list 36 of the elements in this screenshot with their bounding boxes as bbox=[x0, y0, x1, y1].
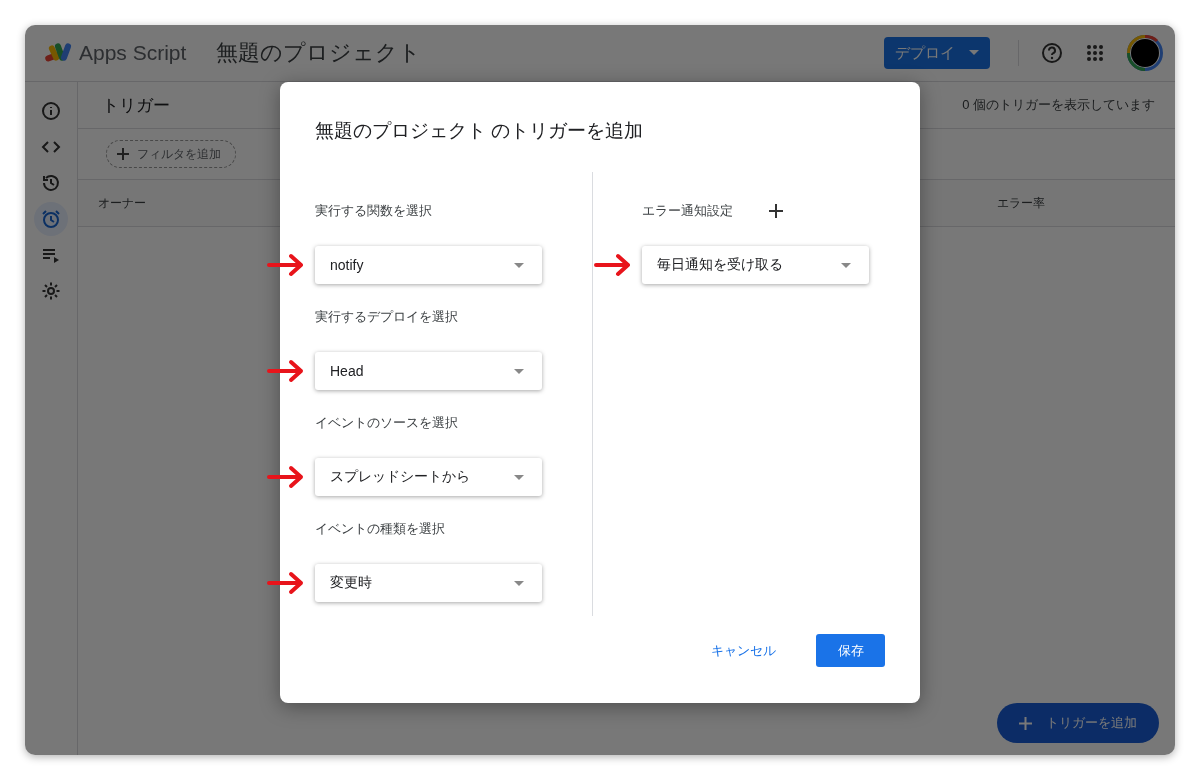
dropdown[interactable]: スプレッドシートから bbox=[315, 458, 542, 496]
caret-icon bbox=[841, 262, 851, 268]
caret-icon bbox=[514, 580, 524, 586]
apps-grid-icon[interactable] bbox=[1087, 45, 1103, 61]
field-label: イベントの種類を選択 bbox=[315, 520, 446, 538]
cancel-button[interactable]: キャンセル bbox=[705, 640, 782, 661]
field-label: イベントのソースを選択 bbox=[315, 414, 459, 432]
field-label: 実行するデプロイを選択 bbox=[315, 308, 459, 326]
plus-icon bbox=[117, 148, 129, 160]
caret-icon bbox=[514, 474, 524, 480]
dropdown[interactable]: 変更時 bbox=[315, 564, 542, 602]
field-label: 実行する関数を選択 bbox=[315, 202, 433, 220]
info-icon bbox=[41, 101, 61, 121]
caret-icon bbox=[514, 368, 524, 374]
caret-icon bbox=[514, 262, 524, 268]
dropdown[interactable]: 毎日通知を受け取る bbox=[642, 246, 869, 284]
dialog-title: 無題のプロジェクト のトリガーを追加 bbox=[315, 119, 645, 143]
column-header: エラー率 bbox=[997, 194, 1045, 212]
app-name: Apps Script bbox=[79, 41, 187, 65]
trigger-count: 0 個のトリガーを表示しています bbox=[962, 96, 1155, 114]
field-label: エラー通知設定 bbox=[642, 202, 733, 220]
dropdown[interactable]: Head bbox=[315, 352, 542, 390]
project-title: 無題のプロジェクト bbox=[216, 39, 422, 67]
help-icon[interactable] bbox=[1041, 42, 1063, 64]
page-title: トリガー bbox=[102, 94, 170, 117]
dropdown[interactable]: notify bbox=[315, 246, 542, 284]
plus-icon bbox=[1019, 716, 1032, 730]
alarm-clock-icon bbox=[41, 209, 61, 229]
history-icon bbox=[41, 173, 61, 193]
save-button[interactable]: 保存 bbox=[816, 634, 885, 667]
sidebar-item[interactable] bbox=[34, 202, 68, 236]
settings-icon bbox=[41, 281, 61, 301]
column-header: オーナー bbox=[98, 194, 146, 212]
add-icon[interactable] bbox=[769, 204, 783, 218]
caret-icon bbox=[969, 50, 979, 56]
avatar[interactable] bbox=[1127, 35, 1163, 71]
